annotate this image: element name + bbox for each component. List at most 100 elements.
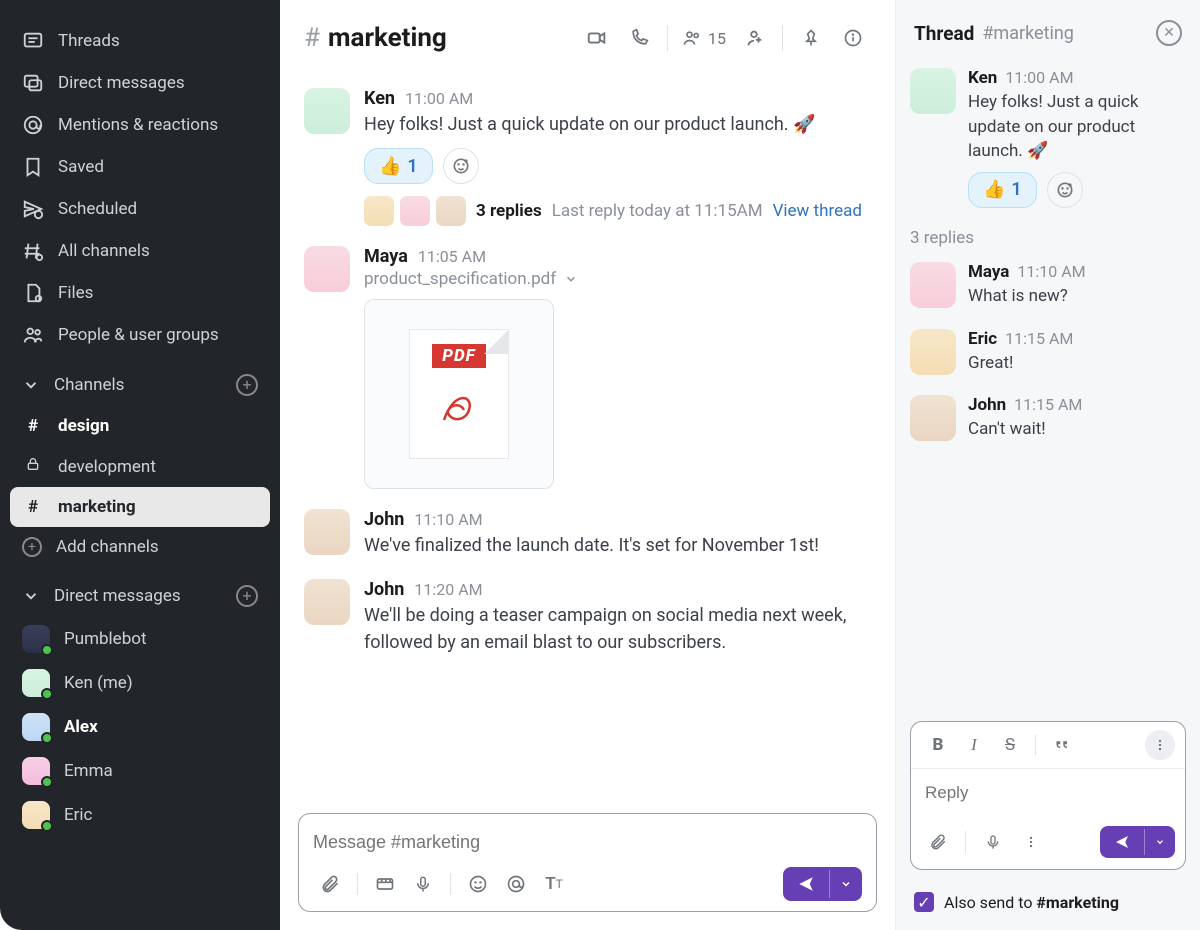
sidebar-threads[interactable]: Threads: [10, 20, 270, 62]
reaction-count: 1: [1011, 179, 1021, 200]
thread-summary[interactable]: 3 replies Last reply today at 11:15AM Vi…: [364, 184, 871, 226]
replies-count: 3 replies: [476, 201, 542, 221]
chevron-down-icon: [22, 376, 40, 394]
sidebar-all-channels-label: All channels: [58, 241, 150, 261]
view-thread-link[interactable]: View thread: [773, 201, 862, 221]
message-author[interactable]: Ken: [364, 88, 395, 109]
sidebar-scheduled[interactable]: Scheduled: [10, 188, 270, 230]
add-dm-icon[interactable]: +: [236, 585, 258, 607]
dm-eric[interactable]: Eric: [10, 793, 270, 837]
add-member-button[interactable]: [736, 20, 772, 56]
video-button[interactable]: [368, 867, 402, 901]
avatar[interactable]: [304, 579, 350, 625]
message-author[interactable]: Maya: [364, 246, 408, 267]
send-dropdown[interactable]: [1144, 829, 1175, 855]
quote-button[interactable]: [1044, 730, 1078, 760]
avatar[interactable]: [910, 68, 956, 114]
italic-button[interactable]: I: [957, 730, 991, 760]
message-text: Hey folks! Just a quick update on our pr…: [364, 111, 871, 138]
add-channel-icon[interactable]: +: [236, 374, 258, 396]
reaction-emoji: 👍: [379, 156, 401, 177]
header-actions: 15: [579, 20, 871, 56]
message-time: 11:10 AM: [414, 510, 482, 529]
channel-development[interactable]: development: [10, 446, 270, 487]
file-attachment[interactable]: PDF: [364, 299, 554, 489]
close-thread-button[interactable]: ✕: [1156, 20, 1182, 46]
add-reaction-button[interactable]: [443, 148, 479, 184]
avatar[interactable]: [304, 88, 350, 134]
avatar: [22, 757, 50, 785]
mention-button[interactable]: [499, 867, 533, 901]
avatar: [22, 713, 50, 741]
emoji-button[interactable]: [461, 867, 495, 901]
mic-button[interactable]: [406, 867, 440, 901]
info-button[interactable]: [835, 20, 871, 56]
channel-design[interactable]: # design: [10, 406, 270, 446]
attach-button[interactable]: [921, 825, 955, 859]
sidebar-dm[interactable]: Direct messages: [10, 62, 270, 104]
dm-ken[interactable]: Ken (me): [10, 661, 270, 705]
bold-button[interactable]: B: [921, 730, 955, 760]
thread-root-message: Ken11:00 AM Hey folks! Just a quick upda…: [910, 58, 1186, 218]
dm-alex[interactable]: Alex: [10, 705, 270, 749]
message-input[interactable]: [313, 824, 862, 867]
dm-header-label: Direct messages: [54, 586, 181, 606]
reaction-pill[interactable]: 👍1: [968, 172, 1037, 208]
strike-button[interactable]: S: [993, 730, 1027, 760]
avatar[interactable]: [910, 329, 956, 375]
avatar[interactable]: [910, 395, 956, 441]
mini-avatar: [436, 196, 466, 226]
dm-pumblebot[interactable]: Pumblebot: [10, 617, 270, 661]
channel-label: design: [58, 416, 109, 436]
video-call-button[interactable]: [579, 20, 615, 56]
send-dropdown[interactable]: [829, 870, 862, 898]
message-text: Can't wait!: [968, 417, 1186, 442]
more-button[interactable]: [1014, 825, 1048, 859]
pin-button[interactable]: [793, 20, 829, 56]
sidebar-dm-label: Direct messages: [58, 73, 185, 93]
format-button[interactable]: TT: [537, 867, 571, 901]
channel-title[interactable]: # marketing: [304, 23, 447, 53]
member-count[interactable]: 15: [678, 28, 730, 48]
message-author[interactable]: John: [364, 579, 404, 600]
sidebar-people[interactable]: People & user groups: [10, 314, 270, 356]
reply-input[interactable]: [925, 783, 1171, 803]
add-reaction-button[interactable]: [1047, 172, 1083, 208]
dm-label: Emma: [64, 761, 113, 781]
message-time: 11:15 AM: [1005, 329, 1073, 348]
dm-emma[interactable]: Emma: [10, 749, 270, 793]
message-author[interactable]: Eric: [968, 329, 997, 349]
send-button[interactable]: [783, 867, 862, 901]
avatar: [22, 669, 50, 697]
message-text: Great!: [968, 351, 1186, 376]
sidebar-all-channels[interactable]: All channels: [10, 230, 270, 272]
pdf-icon: PDF: [409, 329, 509, 459]
sidebar-people-label: People & user groups: [58, 325, 219, 345]
message-author[interactable]: John: [364, 509, 404, 530]
more-format-button[interactable]: [1145, 730, 1175, 760]
avatar[interactable]: [304, 246, 350, 292]
file-name-row[interactable]: product_specification.pdf: [364, 269, 871, 289]
message-author[interactable]: Ken: [968, 68, 997, 88]
audio-call-button[interactable]: [621, 20, 657, 56]
channels-header[interactable]: Channels +: [10, 356, 270, 406]
sidebar-mentions[interactable]: Mentions & reactions: [10, 104, 270, 146]
people-icon: [22, 324, 44, 346]
channel-marketing[interactable]: # marketing: [10, 487, 270, 527]
avatar[interactable]: [304, 509, 350, 555]
chevron-down-icon: [22, 587, 40, 605]
sidebar-files[interactable]: Files: [10, 272, 270, 314]
also-send-checkbox[interactable]: ✓: [914, 892, 934, 912]
send-reply-button[interactable]: [1100, 826, 1175, 858]
message-text: We'll be doing a teaser campaign on soci…: [364, 602, 871, 656]
message-author[interactable]: John: [968, 395, 1006, 415]
mic-button[interactable]: [976, 825, 1010, 859]
sidebar-saved[interactable]: Saved: [10, 146, 270, 188]
attach-button[interactable]: [313, 867, 347, 901]
message-author[interactable]: Maya: [968, 262, 1009, 282]
reaction-pill[interactable]: 👍1: [364, 148, 433, 184]
add-channels-row[interactable]: + Add channels: [10, 527, 270, 567]
dm-header[interactable]: Direct messages +: [10, 567, 270, 617]
avatar[interactable]: [910, 262, 956, 308]
reaction-count: 1: [407, 156, 417, 177]
